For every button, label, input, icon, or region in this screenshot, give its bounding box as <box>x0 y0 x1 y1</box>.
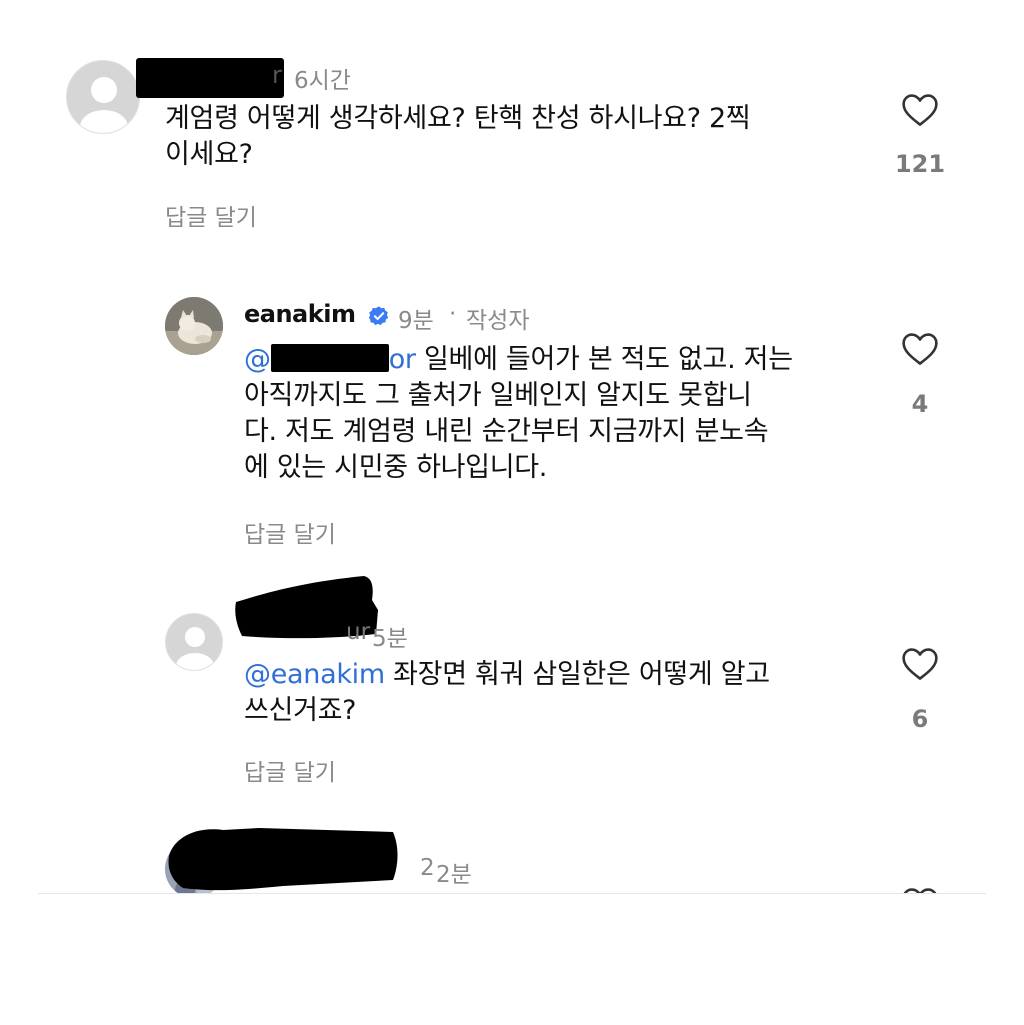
reply-button[interactable]: 답글 달기 <box>165 198 257 232</box>
default-avatar-icon <box>166 614 222 670</box>
redacted-username <box>168 828 398 891</box>
like-count: 121 <box>894 150 946 178</box>
comment-text: @eanakim 좌장면 훠궈 삼일한은 어떻게 알고 쓰신거죠? <box>244 657 884 729</box>
comment-4-clip: 2 2분 <box>0 800 1024 893</box>
like-button[interactable] <box>900 645 940 685</box>
timestamp: 9분 <box>398 308 434 334</box>
comment-line: 계엄령 어떻게 생각하세요? 탄핵 찬성 하시나요? 2찍 <box>165 103 751 134</box>
like-button[interactable] <box>900 885 940 893</box>
heart-outline-icon <box>902 648 938 680</box>
author-tag: 작성자 <box>466 308 530 334</box>
cat-photo-avatar <box>165 297 223 355</box>
heart-outline-icon <box>902 94 938 126</box>
timestamp: 6시간 <box>294 68 351 94</box>
mention-link[interactable]: @eanakim <box>244 659 385 690</box>
avatar[interactable] <box>165 297 223 355</box>
heart-outline-icon <box>902 333 938 365</box>
like-button[interactable] <box>900 330 940 370</box>
comment-text: @ or 일베에 들어가 본 적도 없고. 저는 아직까지도 그 출처가 일베인지… <box>244 342 884 486</box>
mention-prefix[interactable]: @ <box>244 344 271 375</box>
reply-button[interactable]: 답글 달기 <box>244 515 336 549</box>
avatar[interactable] <box>165 613 223 671</box>
heart-outline-icon <box>903 888 937 893</box>
comment-text: 계엄령 어떻게 생각하세요? 탄핵 찬성 하시나요? 2찍 이세요? <box>165 101 865 173</box>
like-count: 4 <box>911 390 929 418</box>
mention-suffix[interactable]: or <box>389 344 416 375</box>
redacted-mention <box>270 344 389 372</box>
comment-line: 아직까지도 그 출처가 일베인지 알지도 못합니 <box>244 380 752 411</box>
avatar[interactable] <box>66 60 140 134</box>
comment-line: 쓰신거죠? <box>244 695 357 726</box>
bottom-divider <box>38 893 986 894</box>
username-suffix: ur <box>346 619 371 645</box>
comment-line: 다. 저도 계엄령 내린 순간부터 지금까지 분노속 <box>244 416 769 447</box>
comment-line-rest: 일베에 들어가 본 적도 없고. 저는 <box>415 344 793 375</box>
timestamp: 2분 <box>436 862 472 888</box>
timestamp-partial: 2 <box>420 855 435 881</box>
meta-separator: · <box>449 301 457 327</box>
default-avatar-icon <box>67 61 139 133</box>
username[interactable]: eanakim <box>244 300 356 328</box>
comment-line: 에 있는 시민중 하나입니다. <box>244 452 548 483</box>
comment-line: @ or 일베에 들어가 본 적도 없고. 저는 <box>244 342 884 378</box>
like-button[interactable] <box>900 91 940 131</box>
reply-button[interactable]: 답글 달기 <box>244 753 336 787</box>
comment-line: 이세요? <box>165 139 253 170</box>
redacted-username <box>136 58 284 98</box>
timestamp: 5분 <box>372 626 408 652</box>
comment-line-rest: 좌장면 훠궈 삼일한은 어떻게 알고 <box>384 659 770 690</box>
verified-badge-icon <box>368 306 389 326</box>
like-count: 6 <box>911 705 929 733</box>
comment-line: @eanakim 좌장면 훠궈 삼일한은 어떻게 알고 <box>244 657 884 693</box>
username-suffix: r <box>272 61 282 89</box>
